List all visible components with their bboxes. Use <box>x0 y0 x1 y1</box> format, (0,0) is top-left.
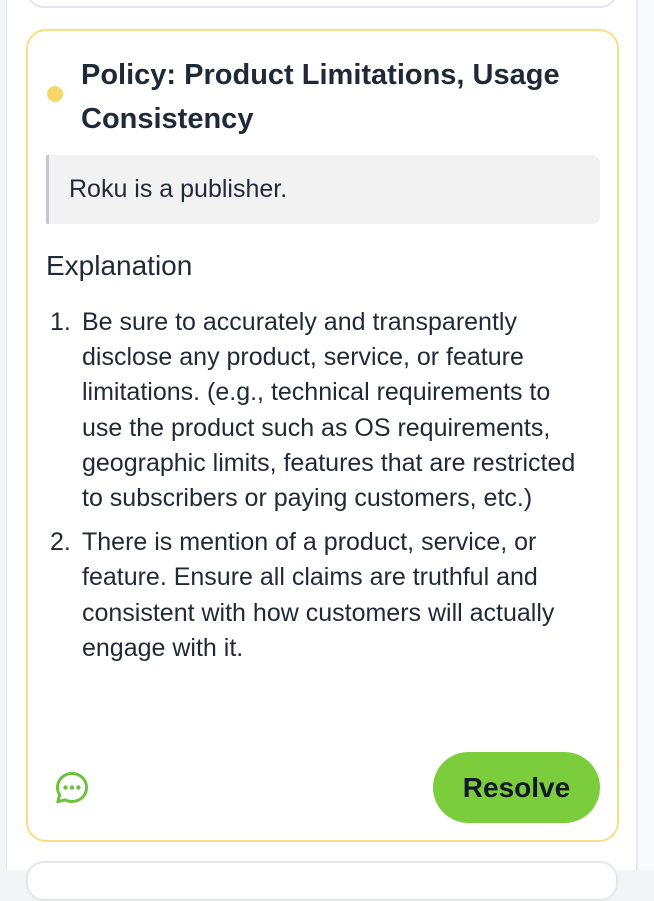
policy-title: Policy: Product Limitations, Usage Consi… <box>81 59 560 135</box>
explanation-heading: Explanation <box>46 250 193 281</box>
list-item-text: There is mention of a product, service, … <box>82 528 555 662</box>
status-dot-icon <box>47 86 63 102</box>
list-item: 1. Be sure to accurately and transparent… <box>46 305 586 516</box>
previous-comment-card[interactable] <box>26 0 618 8</box>
list-item-number: 1. <box>50 308 71 336</box>
chat-bubble-icon-graphic <box>56 772 88 804</box>
list-item: 2. There is mention of a product, servic… <box>46 525 586 666</box>
next-comment-card[interactable] <box>26 861 618 901</box>
list-item-text: Be sure to accurately and transparently … <box>82 308 576 513</box>
explanation-list: 1. Be sure to accurately and transparent… <box>46 305 586 675</box>
list-item-number: 2. <box>50 528 71 557</box>
resolve-button[interactable]: Resolve <box>433 752 600 823</box>
chat-bubble-icon[interactable] <box>54 770 90 806</box>
policy-comment-card: Policy: Product Limitations, Usage Consi… <box>26 29 619 842</box>
panel-scrollbar[interactable] <box>637 0 654 870</box>
quoted-text: Roku is a publisher. <box>46 155 600 224</box>
